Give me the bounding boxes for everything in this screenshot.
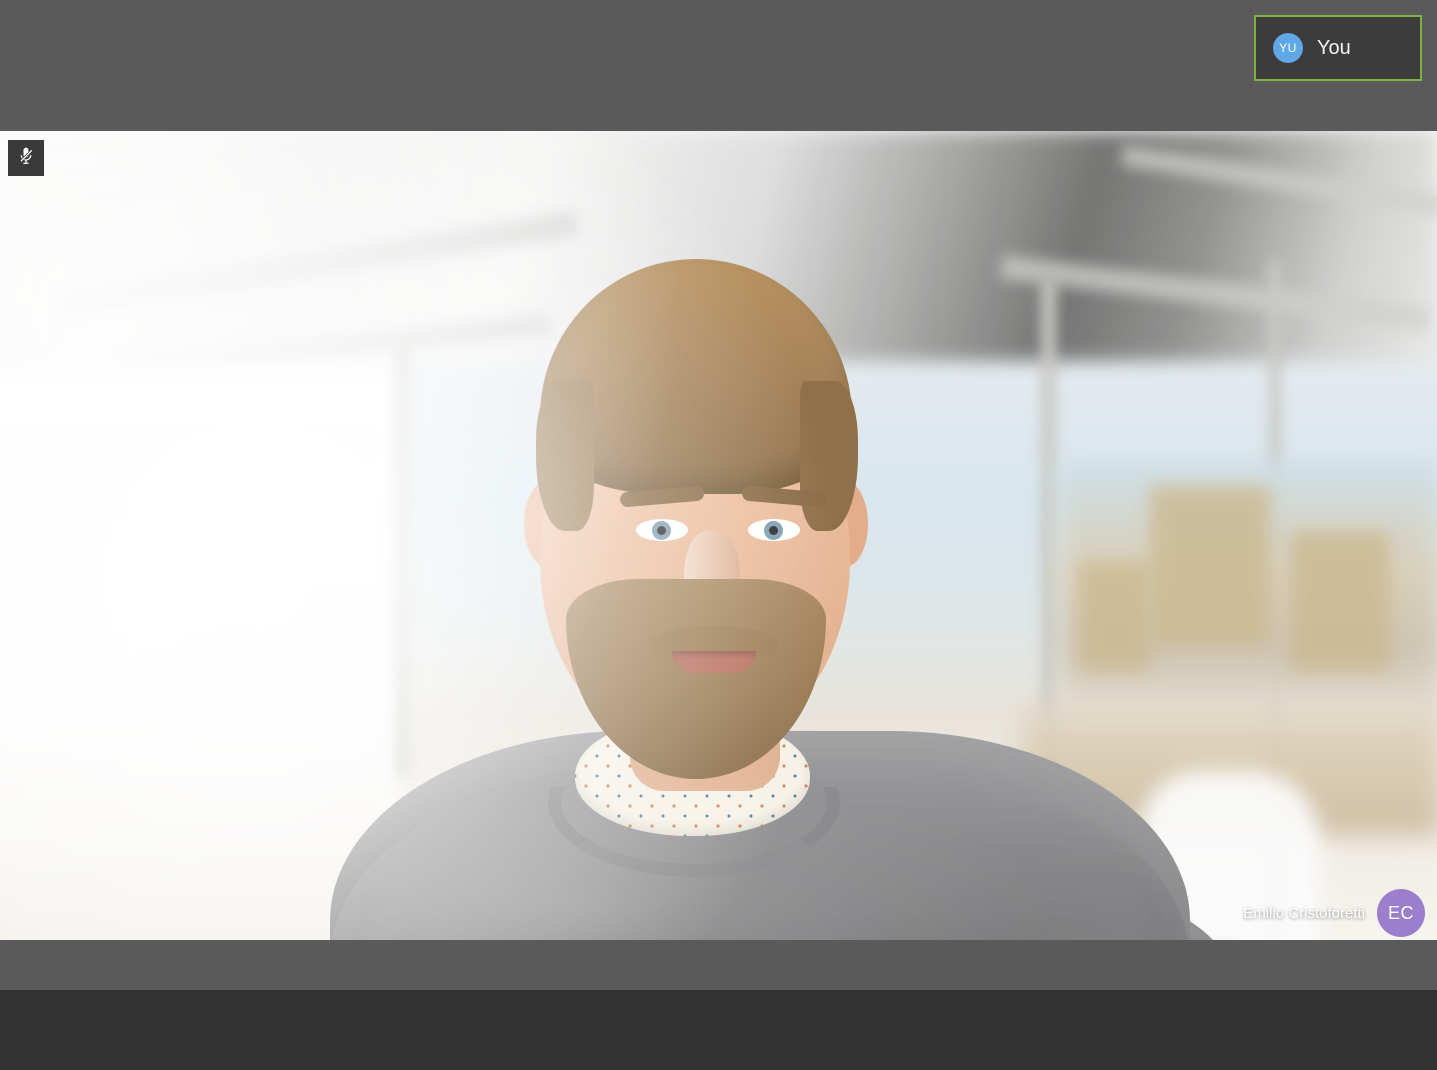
filmstrip: YU You: [0, 0, 1437, 131]
avatar: EC: [1377, 889, 1425, 937]
call-toolbar: ›: [0, 990, 1437, 1070]
self-view-tile[interactable]: YU You: [1254, 15, 1422, 81]
avatar-initials: YU: [1279, 41, 1297, 55]
stage-spacer: [0, 940, 1437, 990]
participant-name: Emilio Cristoforetti: [1243, 904, 1365, 922]
video-frame: [0, 131, 1437, 940]
participant-video-subject: [0, 131, 1437, 940]
avatar: YU: [1273, 33, 1303, 63]
microphone-muted-icon: [16, 146, 36, 171]
participant-name-plate: Emilio Cristoforetti EC: [1243, 889, 1425, 937]
microphone-muted-badge: [8, 140, 44, 176]
video-call-app: YU You Emilio Cristoforetti EC: [0, 0, 1437, 1070]
main-video-stage[interactable]: Emilio Cristoforetti EC: [0, 131, 1437, 940]
avatar-initials: EC: [1387, 902, 1414, 923]
self-view-name: You: [1317, 37, 1351, 59]
